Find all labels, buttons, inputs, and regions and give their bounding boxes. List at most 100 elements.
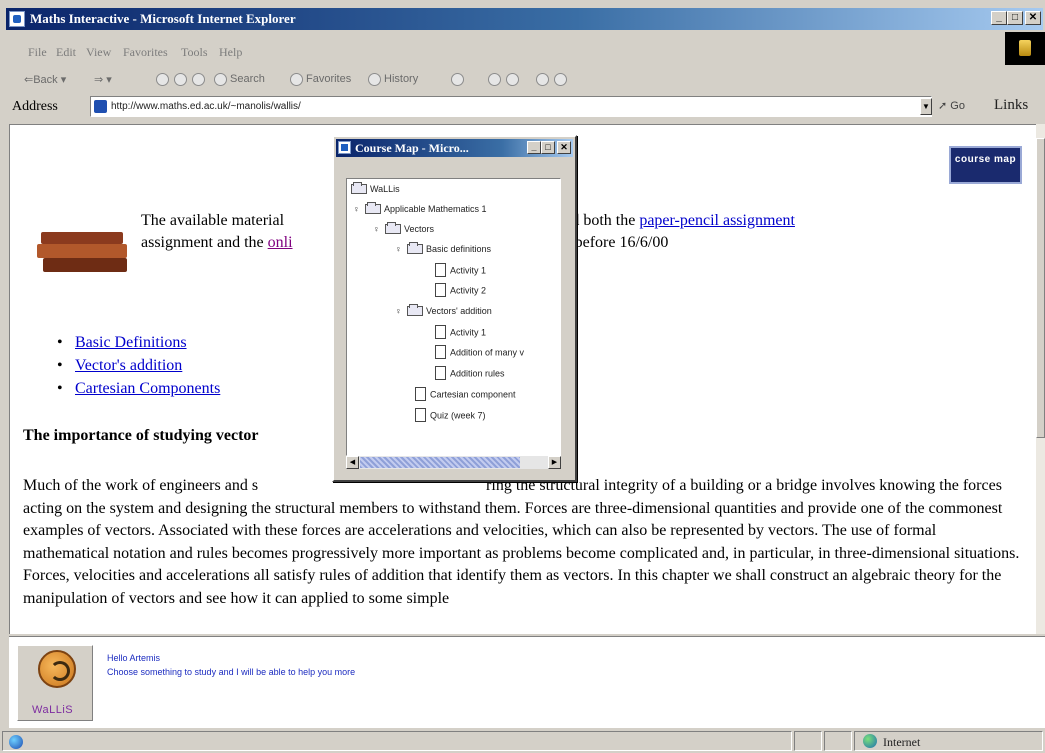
tree-node-label: Quiz (week 7) — [430, 410, 486, 421]
address-bar: Address ▼ ➚ Go Links — [6, 94, 1043, 120]
refresh-icon[interactable] — [174, 73, 187, 86]
maximize-button[interactable]: □ — [1007, 11, 1023, 25]
ie-window: Maths Interactive - Microsoft Internet E… — [0, 0, 1045, 753]
address-dropdown-icon[interactable]: ▼ — [920, 98, 932, 115]
assistant-panel: WaLLiS Hello Artemis Choose something to… — [9, 636, 1045, 728]
course-map-title-bar[interactable]: Course Map - Micro... _ □ ✕ — [336, 139, 573, 157]
minimize-button[interactable]: _ — [991, 11, 1007, 25]
tree-node-doc[interactable]: Activity 1 — [435, 263, 486, 280]
history-button[interactable]: History — [384, 73, 418, 85]
go-button[interactable]: ➚ Go — [938, 99, 965, 112]
assistant-portrait[interactable]: WaLLiS — [17, 645, 93, 721]
address-field[interactable] — [90, 96, 932, 117]
scrollbar-thumb[interactable] — [1036, 138, 1045, 438]
minimize-button[interactable]: _ — [527, 141, 541, 154]
print-icon[interactable] — [488, 73, 501, 86]
document-icon — [415, 387, 426, 401]
tree-node-doc[interactable]: Addition rules — [435, 366, 505, 383]
scroll-right-icon[interactable]: ▶ — [548, 456, 561, 469]
messenger-icon[interactable] — [554, 73, 567, 86]
online-assignment-link[interactable]: onli — [268, 234, 293, 251]
close-button[interactable]: ✕ — [1025, 11, 1041, 25]
internet-zone-icon — [863, 734, 877, 748]
address-label: Address — [12, 99, 58, 114]
tree-node-folder[interactable]: ♀ Vectors — [373, 221, 435, 240]
expand-icon[interactable]: ♀ — [395, 306, 403, 316]
menu-view[interactable]: View — [86, 45, 111, 60]
folder-icon — [407, 303, 423, 316]
edit-icon[interactable] — [506, 73, 519, 86]
horizontal-scrollbar[interactable]: ◀ ▶ — [346, 456, 561, 469]
paragraph-rest: ring the structural integrity of a build… — [23, 477, 1020, 607]
search-icon[interactable] — [214, 73, 227, 86]
security-zone[interactable]: Internet — [854, 731, 1043, 751]
tree-node-doc[interactable]: Activity 2 — [435, 283, 487, 300]
tree-node-label: Addition rules — [450, 368, 505, 379]
status-bar: Internet — [0, 729, 1045, 753]
book-spine — [41, 232, 123, 244]
folder-icon — [407, 241, 423, 254]
tree-node-label: Applicable Mathematics 1 — [384, 204, 487, 214]
tree-node-doc[interactable]: Addition of many v — [435, 345, 525, 362]
tree-node-label: Vectors — [404, 224, 435, 234]
ie-app-icon — [338, 141, 351, 154]
menu-favorites[interactable]: Favorites — [123, 45, 168, 60]
forward-button[interactable]: ⇒ ▾ — [94, 73, 112, 86]
menu-help[interactable]: Help — [219, 45, 242, 60]
folder-icon — [365, 201, 381, 214]
menu-tools[interactable]: Tools — [181, 45, 208, 60]
assistant-message: Hello Artemis Choose something to study … — [107, 651, 355, 679]
tree-node-folder[interactable]: ♀ Vectors' addition — [395, 303, 492, 322]
tree-node-folder[interactable]: ♀ Basic definitions — [395, 241, 491, 260]
vertical-scrollbar[interactable] — [1036, 124, 1045, 634]
tree-node-root[interactable]: WaLLis — [351, 181, 400, 200]
back-button[interactable]: ⇐Back ▾ — [24, 73, 66, 86]
mail-icon[interactable] — [451, 73, 464, 86]
links-button[interactable]: Links — [994, 97, 1028, 114]
menu-file[interactable]: File — [28, 45, 47, 60]
vectors-addition-link[interactable]: Vector's addition — [75, 357, 182, 374]
tree-node-doc[interactable]: Quiz (week 7) — [415, 408, 486, 425]
window-title: Maths Interactive - Microsoft Internet E… — [30, 11, 296, 26]
zone-label: Internet — [883, 735, 921, 749]
search-button[interactable]: Search — [230, 73, 265, 85]
favorites-icon[interactable] — [290, 73, 303, 86]
tree-node-label: Activity 2 — [450, 285, 487, 296]
status-cell — [794, 731, 822, 751]
expand-icon[interactable]: ♀ — [395, 244, 403, 254]
course-map-window: Course Map - Micro... _ □ ✕ WaLLis ♀ Appl… — [332, 135, 577, 482]
intro-part1: The available material — [141, 212, 289, 229]
course-map-button[interactable]: course map — [949, 146, 1022, 184]
ie-app-icon[interactable] — [9, 11, 25, 27]
menu-bar: File Edit View Favorites Tools Help — [6, 41, 1043, 63]
section-heading: The importance of studying vector — [23, 427, 259, 444]
basic-definitions-link[interactable]: Basic Definitions — [75, 334, 187, 351]
discuss-icon[interactable] — [536, 73, 549, 86]
scroll-left-icon[interactable]: ◀ — [346, 456, 359, 469]
paper-pencil-assignment-link[interactable]: paper-pencil assignment — [639, 212, 795, 229]
list-item: Vector's addition — [55, 354, 220, 377]
home-icon[interactable] — [192, 73, 205, 86]
tree-node-doc[interactable]: Cartesian component — [415, 387, 516, 404]
history-icon[interactable] — [368, 73, 381, 86]
scrollbar-thumb[interactable] — [360, 457, 520, 468]
maximize-button[interactable]: □ — [541, 141, 555, 154]
topic-list: Basic Definitions Vector's addition Cart… — [55, 331, 220, 400]
stop-icon[interactable] — [156, 73, 169, 86]
expand-icon[interactable]: ♀ — [353, 204, 361, 214]
close-button[interactable]: ✕ — [557, 141, 571, 154]
tree-node-label: Activity 1 — [450, 327, 487, 338]
status-cell — [824, 731, 852, 751]
list-item: Basic Definitions — [55, 331, 220, 354]
favorites-button[interactable]: Favorites — [306, 73, 351, 85]
expand-icon[interactable]: ♀ — [373, 224, 381, 234]
tree-node-folder[interactable]: ♀ Applicable Mathematics 1 — [353, 201, 487, 220]
address-input[interactable] — [111, 99, 911, 114]
menu-edit[interactable]: Edit — [56, 45, 76, 60]
window-title-bar[interactable]: Maths Interactive - Microsoft Internet E… — [6, 8, 1043, 30]
tree-node-label: Addition of many v — [450, 347, 525, 358]
cartesian-components-link[interactable]: Cartesian Components — [75, 380, 220, 397]
document-icon — [435, 283, 446, 297]
tree-node-doc[interactable]: Activity 1 — [435, 325, 487, 342]
go-label: Go — [950, 100, 965, 112]
